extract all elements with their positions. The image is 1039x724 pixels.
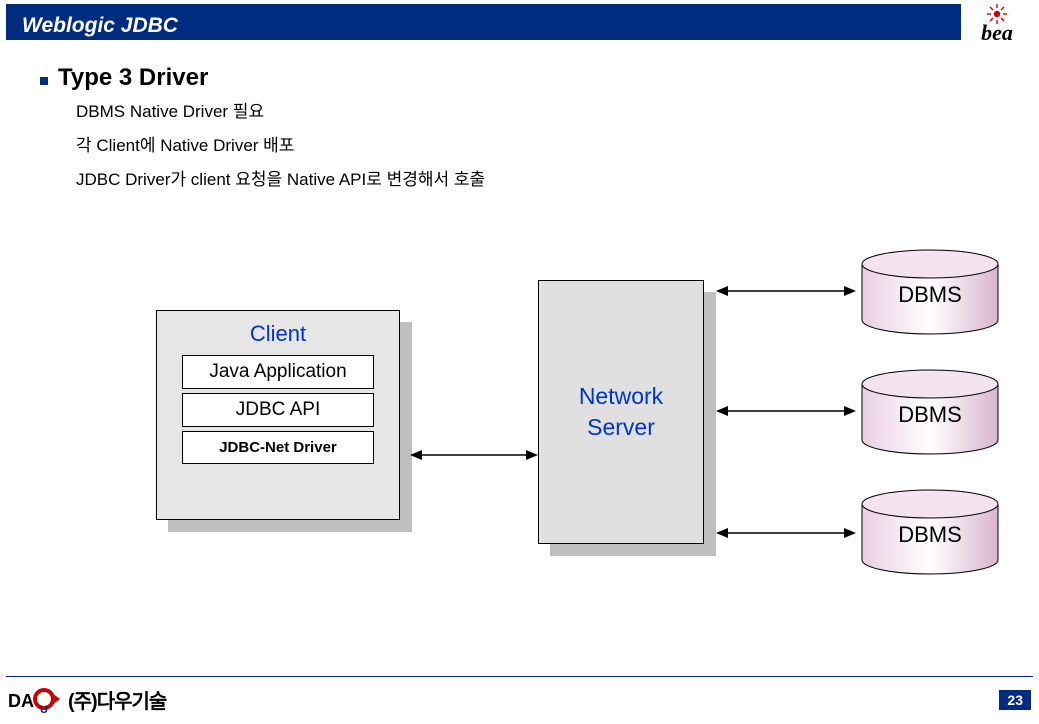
- bullet-icon: [40, 77, 48, 85]
- page-number: 23: [999, 690, 1031, 710]
- footer: DA U (주)다우기술 23: [6, 676, 1033, 718]
- network-server-box: Network Server: [538, 280, 704, 544]
- dao-logo-icon: DA U: [8, 685, 62, 715]
- dbms-cylinder: DBMS: [858, 368, 1002, 452]
- arrow-server-dbms2: [716, 402, 856, 420]
- heading: Type 3 Driver: [58, 64, 208, 92]
- dbms-cylinder: DBMS: [858, 248, 1002, 332]
- server-label: Network Server: [579, 381, 663, 443]
- client-box: Client Java Application JDBC API JDBC-Ne…: [156, 310, 400, 520]
- company-label: (주)다우기술: [68, 685, 166, 714]
- architecture-diagram: Client Java Application JDBC API JDBC-Ne…: [40, 240, 999, 620]
- dbms-cylinder: DBMS: [858, 488, 1002, 572]
- layer-jdbc-net-driver: JDBC-Net Driver: [182, 431, 374, 464]
- layer-jdbc-api: JDBC API: [182, 393, 374, 427]
- sub-bullet: JDBC Driver가 client 요청을 Native API로 변경해서…: [76, 166, 999, 194]
- sub-bullet: DBMS Native Driver 필요: [76, 98, 999, 126]
- svg-text:U: U: [40, 704, 48, 715]
- content: Type 3 Driver DBMS Native Driver 필요 각 Cl…: [0, 52, 1039, 620]
- dbms-label: DBMS: [858, 282, 1002, 308]
- arrow-server-dbms3: [716, 524, 856, 542]
- footer-company: DA U (주)다우기술: [8, 685, 166, 715]
- arrow-client-server: [410, 446, 538, 464]
- sub-bullet: 각 Client에 Native Driver 배포: [76, 132, 999, 160]
- slide-title: Weblogic JDBC: [6, 4, 961, 40]
- sun-icon: [987, 4, 1007, 24]
- bea-logo: bea: [961, 4, 1033, 52]
- arrow-server-dbms1: [716, 282, 856, 300]
- svg-text:DA: DA: [8, 691, 34, 711]
- dbms-label: DBMS: [858, 402, 1002, 428]
- client-title: Client: [157, 321, 399, 347]
- dbms-label: DBMS: [858, 522, 1002, 548]
- header: Weblogic JDBC bea: [6, 4, 1033, 52]
- layer-java-app: Java Application: [182, 355, 374, 389]
